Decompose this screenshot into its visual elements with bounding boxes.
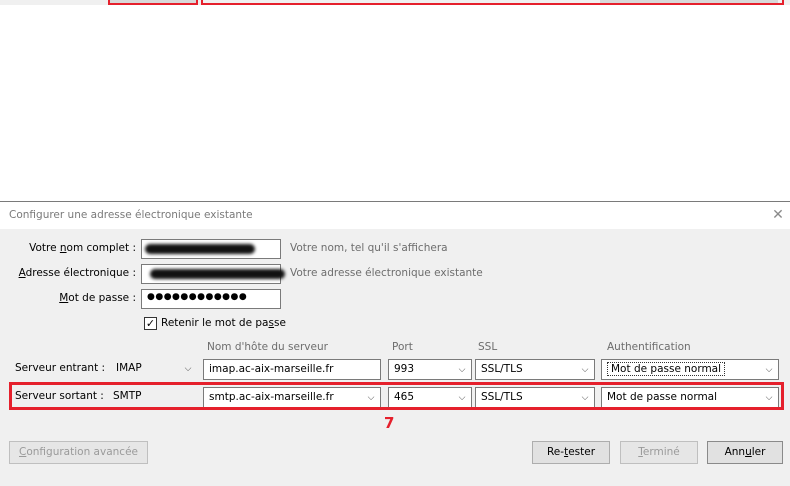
incoming-auth-select[interactable]: Mot de passe normal ⌵ [601,359,779,380]
title-bar: Configurer une adresse électronique exis… [0,202,790,229]
email-label: Adresse électronique : [18,267,136,279]
email-input[interactable] [141,264,285,284]
window-title: Configurer une adresse électronique exis… [9,209,253,221]
incoming-protocol-value: IMAP [116,362,142,374]
checkmark-icon: ✓ [145,317,156,330]
done-button[interactable]: Terminé [620,441,698,464]
retest-button[interactable]: Re-tester [532,441,610,464]
column-ssl: SSL [478,341,498,353]
redacted-name [145,244,255,254]
strip-highlight-right [201,0,784,5]
remember-label: Retenir le mot de passe [161,317,286,329]
column-port: Port [392,341,413,353]
advanced-config-button[interactable]: Configuration avancée [9,441,148,464]
password-input[interactable]: ●●●●●●●●●●●● [141,289,281,309]
fullname-input[interactable] [141,239,281,259]
chevron-down-icon: ⌵ [184,364,192,374]
remember-checkbox[interactable]: ✓ [144,317,157,330]
cancel-button[interactable]: Annuler [707,441,783,464]
chevron-down-icon: ⌵ [765,365,773,375]
account-setup-dialog: Configurer une adresse électronique exis… [0,201,790,486]
chevron-down-icon: ⌵ [458,365,466,375]
incoming-port-value: 993 [394,363,415,375]
password-label: Mot de passe : [59,292,136,304]
incoming-auth-value: Mot de passe normal [607,362,726,376]
fullname-label: Votre nom complet : [29,242,136,254]
incoming-ssl-value: SSL/TLS [481,363,523,375]
fullname-hint: Votre nom, tel qu'il s'affichera [290,242,448,254]
incoming-label: Serveur entrant : [15,362,106,374]
close-icon[interactable]: ✕ [770,206,786,224]
incoming-hostname-input[interactable]: imap.ac-aix-marseille.fr [203,359,381,380]
incoming-port-select[interactable]: 993 ⌵ [388,359,472,380]
step-number: 7 [384,414,395,432]
column-hostname: Nom d'hôte du serveur [207,341,328,353]
redacted-email [150,269,285,279]
incoming-protocol-select[interactable]: IMAP ⌵ [111,359,197,380]
chevron-down-icon: ⌵ [581,365,589,375]
outgoing-row-highlight [9,382,784,410]
strip-highlight-left [108,0,198,5]
column-auth: Authentification [607,341,691,353]
email-hint: Votre adresse électronique existante [290,267,483,279]
incoming-ssl-select[interactable]: SSL/TLS ⌵ [475,359,595,380]
previous-screenshot-strip [0,0,790,5]
